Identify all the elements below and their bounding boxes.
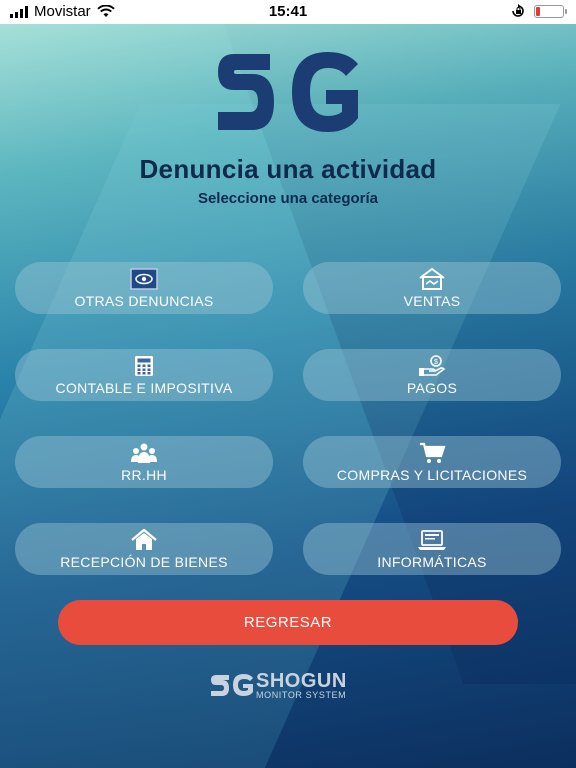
category-otras-denuncias[interactable]: OTRAS DENUNCIAS [15, 262, 273, 314]
battery-level [536, 6, 540, 16]
handshake-house-icon [419, 268, 445, 290]
category-pagos[interactable]: $ PAGOS [303, 349, 561, 401]
sg-small-logo [211, 674, 253, 696]
category-label: PAGOS [406, 380, 458, 396]
battery-icon [534, 4, 567, 18]
category-recepcion-de-bienes[interactable]: RECEPCIÓN DE BIENES [15, 523, 273, 575]
status-right [510, 4, 567, 18]
category-label: COMPRAS Y LICITACIONES [336, 467, 528, 483]
page-title: Denuncia una actividad [139, 154, 437, 184]
category-label: OTRAS DENUNCIAS [74, 293, 214, 309]
status-bar: Movistar 15:41 [0, 0, 576, 24]
people-group-icon [131, 443, 157, 463]
calculator-icon [135, 356, 153, 376]
category-label: INFORMÁTICAS [377, 554, 487, 570]
eye-document-icon [130, 268, 158, 290]
category-ventas[interactable]: VENTAS [303, 262, 561, 314]
category-compras-y-licitaciones[interactable]: COMPRAS Y LICITACIONES [303, 436, 561, 488]
page-subtitle: Seleccione una categoría [197, 190, 379, 207]
category-label: VENTAS [403, 293, 461, 309]
category-label: RR.HH [121, 467, 167, 483]
laptop-icon [418, 530, 446, 550]
hand-coin-icon: $ [419, 355, 446, 376]
category-informaticas[interactable]: INFORMÁTICAS [303, 523, 561, 575]
shopping-cart-icon [420, 442, 446, 463]
category-rrhh[interactable]: RR.HH [15, 436, 273, 488]
status-time: 15:41 [268, 3, 308, 20]
back-button[interactable]: REGRESAR [58, 600, 518, 645]
sg-logo [218, 52, 358, 132]
category-contable-e-impositiva[interactable]: CONTABLE E IMPOSITIVA [15, 349, 273, 401]
category-label: CONTABLE E IMPOSITIVA [55, 380, 233, 396]
home-icon [131, 529, 157, 550]
footer-logo: SHOGUN MONITOR SYSTEM [210, 670, 370, 702]
category-label: RECEPCIÓN DE BIENES [60, 554, 228, 570]
main-screen: Denuncia una actividad Seleccione una ca… [0, 24, 576, 768]
svg-text:$: $ [434, 359, 438, 366]
rotation-lock-icon [512, 4, 524, 17]
footer-tagline: MONITOR SYSTEM [256, 690, 347, 700]
